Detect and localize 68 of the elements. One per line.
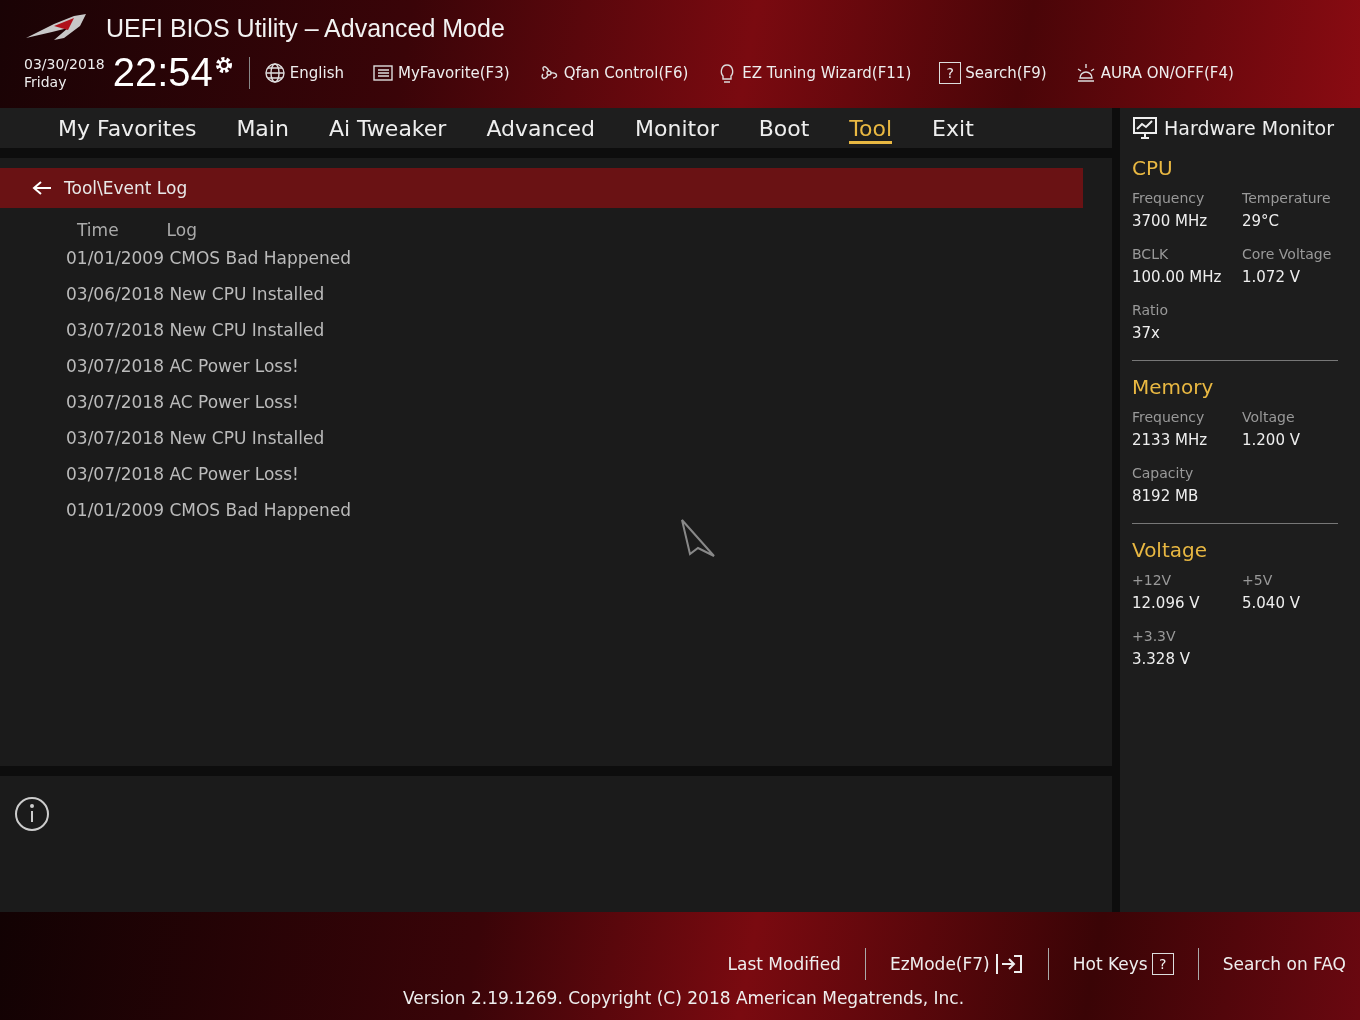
metric-value: 29°C <box>1242 212 1281 230</box>
metric-label: +12V <box>1132 572 1173 588</box>
toolbar-button[interactable]: EZ Tuning Wizard(F11) <box>716 61 912 84</box>
metric-value: 2133 MHz <box>1132 431 1209 449</box>
metric-value: 3.328 V <box>1132 650 1191 668</box>
log-entry: 01/01/2009 CMOS Bad Happened <box>65 247 353 270</box>
metric-value: 12.096 V <box>1132 594 1201 612</box>
metric-label: Core Voltage <box>1242 246 1333 262</box>
column-header: Time <box>77 220 119 240</box>
footer-link[interactable]: Last Modified <box>727 954 841 974</box>
toolbar-button[interactable]: ? Search(F9) <box>939 61 1047 84</box>
log-entry: 03/07/2018 AC Power Loss! <box>65 355 300 378</box>
metric-value: 8192 MB <box>1132 487 1200 505</box>
metric-value: 1.072 V <box>1242 268 1301 286</box>
log-entry: 01/01/2009 CMOS Bad Happened <box>65 499 353 522</box>
menu-tab[interactable]: Monitor <box>635 112 719 144</box>
metric-value: 5.040 V <box>1242 594 1301 612</box>
info-icon <box>14 796 50 832</box>
toolbar-button[interactable]: English <box>263 61 344 84</box>
metric-label: Frequency <box>1132 190 1206 206</box>
menu-tab[interactable]: Boot <box>758 112 810 144</box>
help-icon: ? <box>939 61 962 84</box>
menu-tab[interactable]: Advanced <box>486 112 596 144</box>
day-text: Friday <box>24 72 68 91</box>
metric-value: 3700 MHz <box>1132 212 1209 230</box>
metric-label: +5V <box>1242 572 1274 588</box>
metric-label: Ratio <box>1132 302 1169 318</box>
menu-tab[interactable]: Main <box>236 112 289 144</box>
toolbar-button[interactable]: Qfan Control(F6) <box>537 61 689 84</box>
metric-label: BCLK <box>1132 246 1170 262</box>
toolbar-button[interactable]: AURA ON/OFF(F4) <box>1074 61 1234 84</box>
section-title: CPU <box>1132 156 1174 180</box>
panel-title: Hardware Monitor <box>1164 117 1334 139</box>
help-icon: ? <box>1151 953 1174 975</box>
log-entry: 03/07/2018 New CPU Installed <box>65 319 326 342</box>
menu-tab[interactable]: Ai Tweaker <box>328 112 447 144</box>
globe-icon <box>263 61 286 84</box>
metric-value: 1.200 V <box>1242 431 1301 449</box>
breadcrumb-text: Tool\Event Log <box>64 178 188 198</box>
date-text: 03/30/2018 <box>24 54 105 73</box>
metric-value: 100.00 MHz <box>1132 268 1223 286</box>
section-title: Memory <box>1132 375 1215 399</box>
log-entry: 03/07/2018 AC Power Loss! <box>65 463 300 486</box>
metric-label: +3.3V <box>1132 628 1177 644</box>
monitor-icon <box>1132 116 1158 140</box>
exit-icon <box>993 953 1024 975</box>
clock-time: 22:54 <box>112 50 213 95</box>
log-entry: 03/07/2018 New CPU Installed <box>65 427 326 450</box>
menu-tab[interactable]: Exit <box>932 112 974 144</box>
metric-label: Temperature <box>1242 190 1332 206</box>
metric-value: 37x <box>1132 324 1161 342</box>
footer-link[interactable]: EzMode(F7) <box>889 953 1024 975</box>
menu-tab[interactable]: Tool <box>849 112 893 144</box>
back-arrow-icon[interactable] <box>32 180 52 196</box>
column-header: Log <box>166 220 197 240</box>
metric-label: Frequency <box>1132 409 1206 425</box>
metric-label: Voltage <box>1242 409 1296 425</box>
log-entry: 03/07/2018 AC Power Loss! <box>65 391 300 414</box>
window-title: UEFI BIOS Utility – Advanced Mode <box>106 13 505 43</box>
section-title: Voltage <box>1132 538 1209 562</box>
cursor-icon <box>680 518 716 558</box>
footer-link[interactable]: Hot Keys ? <box>1072 953 1174 975</box>
footer-link[interactable]: Search on FAQ <box>1222 954 1346 974</box>
log-entry: 03/06/2018 New CPU Installed <box>65 283 326 306</box>
toolbar-button[interactable]: MyFavorite(F3) <box>372 61 510 84</box>
version-text: Version 2.19.1269. Copyright (C) 2018 American Megatrends, Inc. <box>403 988 965 1008</box>
menu-tab[interactable]: My Favorites <box>58 112 197 144</box>
metric-label: Capacity <box>1132 465 1195 481</box>
